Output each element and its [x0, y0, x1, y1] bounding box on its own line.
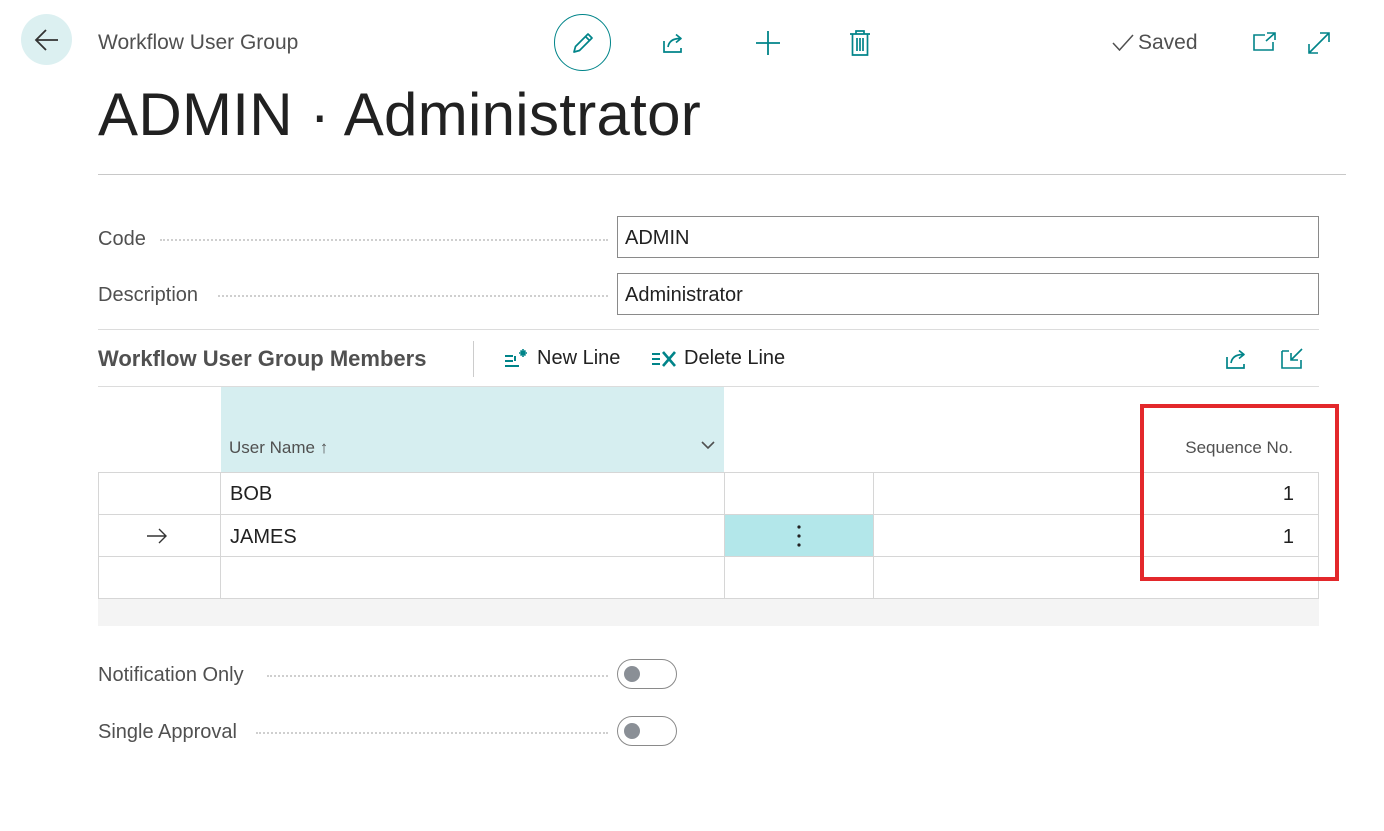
part-title-separator	[473, 341, 474, 377]
grid-row-line	[98, 514, 1319, 515]
part-open-new-window-button[interactable]	[1277, 344, 1307, 374]
new-line-label: New Line	[537, 347, 621, 369]
page-caption: Workflow User Group	[98, 31, 299, 54]
open-in-new-window-icon	[1281, 348, 1303, 369]
toggle-knob	[624, 723, 640, 739]
chevron-down-icon[interactable]	[700, 439, 716, 451]
grid-col-line	[98, 472, 99, 599]
grid-col-line	[220, 472, 221, 599]
part-share-button[interactable]	[1222, 344, 1252, 374]
plus-icon	[756, 31, 780, 55]
part-top-divider	[98, 329, 1319, 330]
column-header-user-name[interactable]: User Name ↑	[221, 387, 724, 472]
delete-line-label: Delete Line	[684, 347, 786, 369]
single-approval-label: Single Approval	[98, 721, 237, 743]
sort-ascending-icon: ↑	[319, 438, 329, 457]
arrow-left-icon	[34, 28, 58, 51]
new-line-action[interactable]: New Line	[504, 347, 620, 370]
grid-row-line	[98, 472, 1319, 473]
delete-line-icon	[652, 350, 676, 367]
title-divider	[98, 174, 1346, 175]
pencil-icon	[572, 32, 593, 53]
row-actions-menu-button[interactable]	[725, 515, 873, 556]
current-row-arrow-icon	[147, 528, 167, 544]
page-title: ADMIN · Administrator	[98, 81, 702, 148]
trash-icon	[850, 30, 870, 56]
code-leader-dots	[160, 239, 608, 241]
save-status-label: Saved	[1138, 31, 1198, 54]
share-icon	[663, 33, 682, 53]
single-approval-toggle[interactable]	[617, 716, 677, 746]
save-status: Saved	[1111, 31, 1198, 55]
back-button[interactable]	[21, 14, 72, 65]
expand-button[interactable]	[1304, 28, 1334, 58]
delete-button[interactable]	[845, 28, 875, 58]
grid-footer	[98, 599, 1319, 626]
code-field[interactable]: ADMIN	[617, 216, 1319, 258]
table-row-1-user-name[interactable]: BOB	[230, 483, 272, 506]
open-new-window-button[interactable]	[1249, 28, 1279, 58]
members-part-title[interactable]: Workflow User Group Members	[98, 346, 426, 372]
more-options-icon	[797, 524, 801, 547]
share-button[interactable]	[659, 28, 689, 58]
notification-only-leader-dots	[267, 675, 608, 677]
notification-only-toggle[interactable]	[617, 659, 677, 689]
toggle-knob	[624, 666, 640, 682]
highlight-annotation-box	[1140, 404, 1339, 581]
open-in-new-window-icon	[1253, 32, 1276, 51]
description-leader-dots	[218, 295, 608, 297]
table-row-2-user-name[interactable]: JAMES	[230, 526, 297, 549]
user-name-header-label: User Name ↑	[229, 438, 329, 457]
code-label: Code	[98, 228, 146, 250]
new-line-icon	[505, 348, 527, 367]
description-field[interactable]: Administrator	[617, 273, 1319, 315]
edit-button[interactable]	[554, 14, 611, 71]
description-label: Description	[98, 284, 199, 306]
notification-only-label: Notification Only	[98, 664, 244, 686]
grid-col-line	[873, 472, 874, 599]
grid-row-line	[98, 556, 1319, 557]
expand-icon	[1308, 32, 1330, 54]
delete-line-action[interactable]: Delete Line	[651, 347, 785, 370]
share-icon	[1226, 349, 1245, 369]
single-approval-leader-dots	[256, 732, 608, 734]
new-button[interactable]	[753, 28, 783, 58]
checkmark-icon	[1112, 34, 1134, 52]
